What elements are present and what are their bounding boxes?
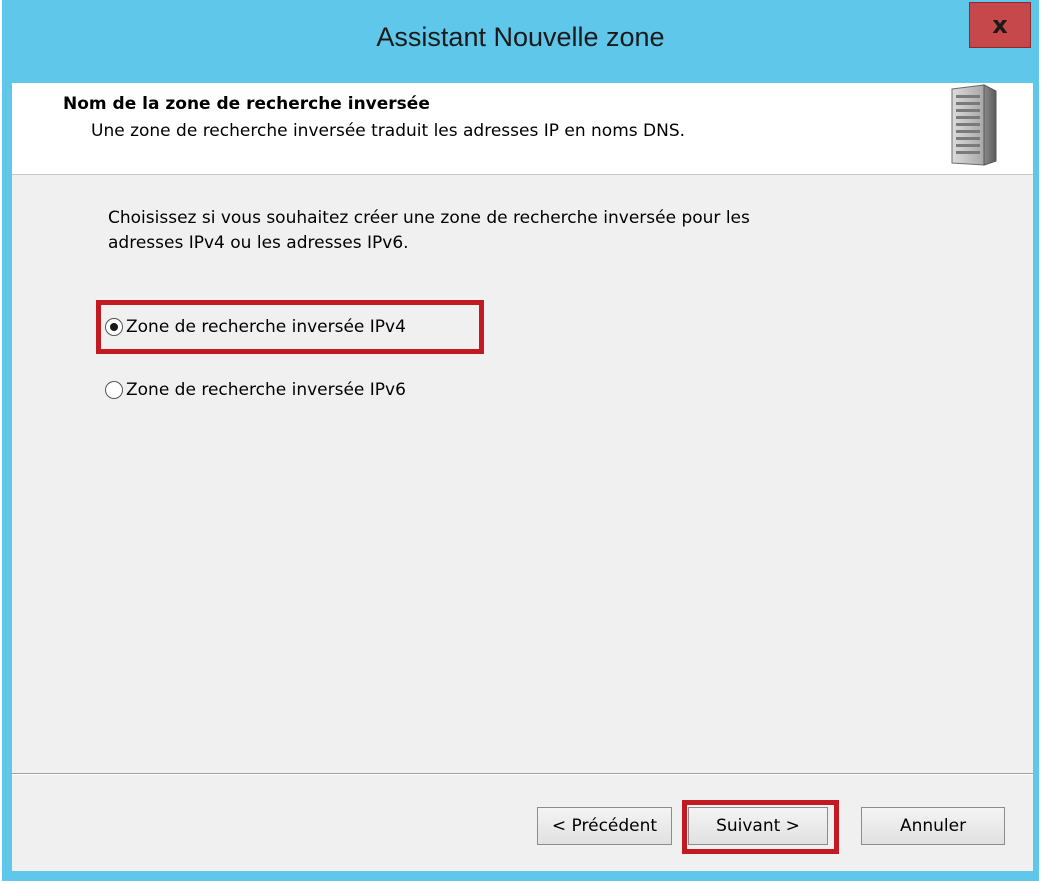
page-title: Nom de la zone de recherche inversée — [63, 94, 430, 114]
radio-selected-dot — [110, 323, 118, 331]
footer-separator — [12, 773, 1033, 775]
radio-option-ipv4[interactable]: Zone de recherche inversée IPv4 — [105, 310, 406, 344]
window-title: Assistant Nouvelle zone — [376, 22, 665, 52]
radio-button-ipv4[interactable] — [105, 318, 123, 336]
instructions-line-2: adresses IPv4 ou les adresses IPv6. — [108, 233, 409, 253]
close-icon: x — [992, 11, 1008, 39]
next-button[interactable]: Suivant > — [688, 807, 828, 845]
wizard-header: Nom de la zone de recherche inversée Une… — [12, 83, 1033, 175]
radio-label-ipv4[interactable]: Zone de recherche inversée IPv4 — [126, 317, 406, 337]
instructions-line-1: Choisissez si vous souhaitez créer une z… — [108, 208, 750, 228]
wizard-window: Assistant Nouvelle zone x Nom de la zone… — [2, 0, 1039, 881]
radio-button-ipv6[interactable] — [105, 381, 123, 399]
server-icon — [951, 84, 997, 166]
instructions-text: Choisissez si vous souhaitez créer une z… — [108, 206, 908, 256]
back-button[interactable]: < Précédent — [537, 807, 672, 845]
page-description: Une zone de recherche inversée traduit l… — [91, 121, 686, 141]
close-button[interactable]: x — [969, 2, 1031, 48]
cancel-button[interactable]: Annuler — [861, 807, 1005, 845]
wizard-content: Nom de la zone de recherche inversée Une… — [12, 83, 1033, 871]
title-bar[interactable]: Assistant Nouvelle zone x — [2, 0, 1039, 83]
radio-option-ipv6[interactable]: Zone de recherche inversée IPv6 — [105, 373, 406, 407]
radio-label-ipv6[interactable]: Zone de recherche inversée IPv6 — [126, 380, 406, 400]
